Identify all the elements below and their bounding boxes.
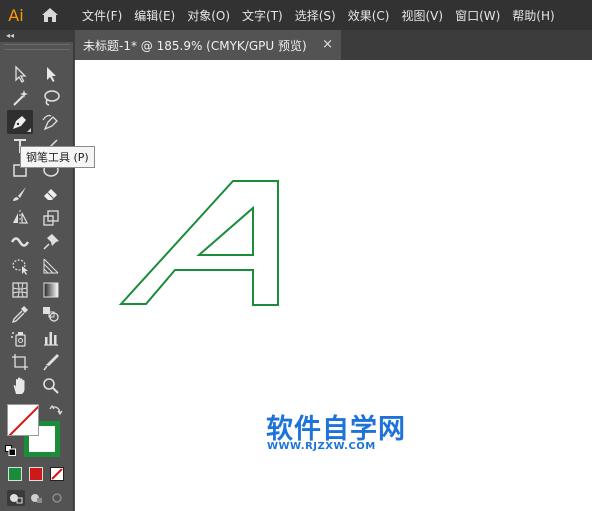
eraser-tool[interactable] bbox=[38, 182, 64, 206]
hand-tool[interactable] bbox=[7, 374, 33, 398]
home-button[interactable] bbox=[32, 0, 68, 30]
menu-object[interactable]: 对象(O) bbox=[187, 7, 230, 24]
slice-knife-icon bbox=[43, 354, 59, 371]
menu-window[interactable]: 窗口(W) bbox=[455, 7, 500, 24]
pen-tool-tooltip: 钢笔工具 (P) bbox=[20, 146, 95, 168]
draw-normal-icon bbox=[10, 494, 23, 504]
symbol-sprayer-icon bbox=[11, 332, 26, 347]
none-mode-button[interactable] bbox=[50, 467, 64, 481]
width-icon bbox=[10, 237, 30, 247]
blend-tool[interactable] bbox=[38, 302, 64, 326]
menu-effect[interactable]: 效果(C) bbox=[348, 7, 390, 24]
curvature-pen-icon bbox=[42, 114, 58, 131]
app-logo: Ai bbox=[8, 5, 24, 25]
draw-behind-button[interactable] bbox=[28, 490, 46, 506]
column-graph-tool[interactable] bbox=[38, 326, 64, 350]
symbol-sprayer-tool[interactable] bbox=[7, 326, 33, 350]
tools-panel-header: ◂◂ bbox=[0, 30, 74, 42]
artboard-tool[interactable] bbox=[7, 350, 33, 374]
menu-file[interactable]: 文件(F) bbox=[82, 7, 122, 24]
watermark-url: WWW.RJZXW.COM bbox=[267, 441, 376, 452]
reflect-tool[interactable] bbox=[7, 206, 33, 230]
menu-select[interactable]: 选择(S) bbox=[295, 7, 336, 24]
magnifier-icon bbox=[43, 378, 59, 394]
paintbrush-tool[interactable] bbox=[7, 182, 33, 206]
artboard-icon bbox=[12, 354, 28, 370]
menu-view[interactable]: 视图(V) bbox=[401, 7, 443, 24]
lasso-icon bbox=[44, 90, 60, 106]
pushpin-icon bbox=[43, 234, 59, 250]
mesh-tool[interactable] bbox=[7, 278, 33, 302]
menu-type[interactable]: 文字(T) bbox=[242, 7, 283, 24]
scale-tool[interactable] bbox=[38, 206, 64, 230]
color-mode-button[interactable] bbox=[8, 467, 22, 481]
perspective-grid-tool[interactable] bbox=[38, 254, 64, 278]
free-transform-icon bbox=[12, 259, 28, 275]
draw-normal-button[interactable] bbox=[7, 490, 25, 506]
document-tab-bar: 未标题-1* @ 185.9% (CMYK/GPU 预览) × bbox=[0, 30, 592, 60]
magic-wand-icon bbox=[13, 90, 28, 106]
panel-grip[interactable] bbox=[4, 44, 70, 50]
curvature-tool[interactable] bbox=[38, 110, 64, 134]
menu-help[interactable]: 帮助(H) bbox=[512, 7, 554, 24]
blend-icon bbox=[43, 307, 59, 322]
tool-group-indicator bbox=[27, 128, 31, 132]
free-transform-tool[interactable] bbox=[7, 254, 33, 278]
hand-icon bbox=[13, 377, 25, 394]
eyedropper-tool[interactable] bbox=[7, 302, 33, 326]
draw-inside-icon bbox=[52, 493, 62, 503]
eraser-icon bbox=[44, 189, 57, 200]
draw-inside-button[interactable] bbox=[48, 490, 66, 506]
direct-selection-arrow-icon bbox=[47, 67, 56, 82]
close-tab-button[interactable]: × bbox=[322, 37, 333, 52]
paintbrush-icon bbox=[13, 187, 26, 201]
width-tool[interactable] bbox=[7, 230, 33, 254]
collapse-panel-button[interactable]: ◂◂ bbox=[6, 30, 14, 42]
default-colors-icon[interactable] bbox=[5, 445, 16, 456]
document-tab-title: 未标题-1* @ 185.9% (CMYK/GPU 预览) bbox=[83, 38, 307, 53]
lasso-tool[interactable] bbox=[38, 86, 64, 110]
gradient-tool[interactable] bbox=[38, 278, 64, 302]
zoom-tool[interactable] bbox=[38, 374, 64, 398]
menu-bar: Ai 文件(F) 编辑(E) 对象(O) 文字(T) 选择(S) 效果(C) 视… bbox=[0, 0, 592, 30]
perspective-grid-icon bbox=[43, 258, 59, 274]
mesh-icon bbox=[12, 282, 28, 298]
eyedropper-icon bbox=[11, 306, 28, 324]
scale-icon bbox=[43, 210, 59, 226]
slice-tool[interactable] bbox=[38, 350, 64, 374]
none-fill-slash-icon bbox=[8, 405, 38, 435]
pen-tool[interactable] bbox=[7, 110, 33, 134]
none-slash-icon bbox=[51, 468, 63, 480]
document-tab[interactable]: 未标题-1* @ 185.9% (CMYK/GPU 预览) × bbox=[75, 30, 341, 60]
magic-wand-tool[interactable] bbox=[7, 86, 33, 110]
column-graph-icon bbox=[44, 332, 58, 346]
home-icon bbox=[42, 8, 58, 22]
gradient-icon bbox=[43, 282, 59, 298]
draw-behind-icon bbox=[31, 494, 42, 503]
fill-color-swatch[interactable] bbox=[7, 404, 39, 436]
direct-selection-tool[interactable] bbox=[38, 62, 64, 86]
reflect-icon bbox=[13, 210, 28, 226]
puppet-warp-tool[interactable] bbox=[38, 230, 64, 254]
gradient-mode-button[interactable] bbox=[29, 467, 43, 481]
swap-colors-icon[interactable] bbox=[49, 404, 63, 418]
menu-edit[interactable]: 编辑(E) bbox=[134, 7, 175, 24]
selection-arrow-icon bbox=[15, 65, 27, 83]
selection-tool[interactable] bbox=[7, 62, 33, 86]
